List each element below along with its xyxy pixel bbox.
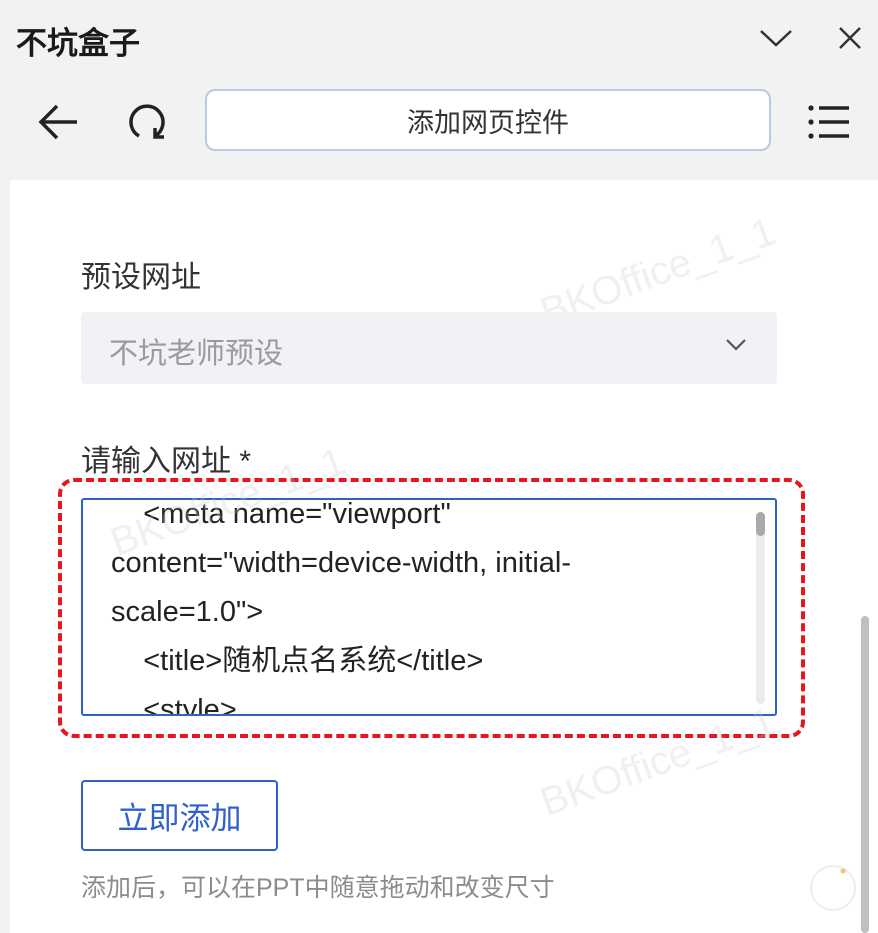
address-bar[interactable]: 添加网页控件 xyxy=(205,89,771,151)
chevron-down-icon xyxy=(760,30,792,47)
title-bar: 不坑盒子 xyxy=(0,0,878,78)
code-line: <meta name="viewport" xyxy=(111,498,451,530)
preset-label: 预设网址 xyxy=(81,261,201,294)
code-line: scale=1.0"> xyxy=(111,596,264,628)
menu-button[interactable] xyxy=(805,98,853,146)
collapse-button[interactable] xyxy=(756,20,796,56)
url-textarea-content: <meta name="viewport" content="width=dev… xyxy=(111,498,751,716)
back-arrow-icon xyxy=(38,104,77,140)
form-panel: BKOffice_1_1 预设网址 不坑老师预设 请输入网址 * <meta n… xyxy=(10,180,858,933)
app-title: 不坑盒子 xyxy=(16,26,140,61)
close-icon xyxy=(839,27,861,49)
code-line: <style> xyxy=(111,694,237,716)
textarea-scrollbar[interactable] xyxy=(756,512,765,704)
add-now-button[interactable]: 立即添加 xyxy=(81,780,278,851)
code-line: <title>随机点名系统</title> xyxy=(111,645,484,677)
refresh-button[interactable] xyxy=(123,98,171,146)
panel-scrollbar-thumb[interactable] xyxy=(861,616,869,933)
chevron-down-icon xyxy=(726,339,746,351)
code-line: content="width=device-width, initial- xyxy=(111,547,572,579)
back-button[interactable] xyxy=(34,98,82,146)
preset-select-value: 不坑老师预设 xyxy=(109,338,284,370)
toolbar: 添加网页控件 xyxy=(0,78,878,178)
refresh-icon xyxy=(129,104,165,139)
menu-icon xyxy=(808,105,849,139)
hint-text: 添加后，可以在PPT中随意拖动和改变尺寸 xyxy=(81,874,555,902)
corner-badge-icon xyxy=(808,858,858,918)
url-textarea[interactable]: <meta name="viewport" content="width=dev… xyxy=(81,498,777,716)
panel-scrollbar[interactable] xyxy=(858,180,878,933)
textarea-scrollbar-thumb[interactable] xyxy=(756,512,765,536)
close-button[interactable] xyxy=(830,20,870,56)
url-label: 请输入网址 * xyxy=(81,445,252,478)
preset-select[interactable]: 不坑老师预设 xyxy=(81,312,777,384)
